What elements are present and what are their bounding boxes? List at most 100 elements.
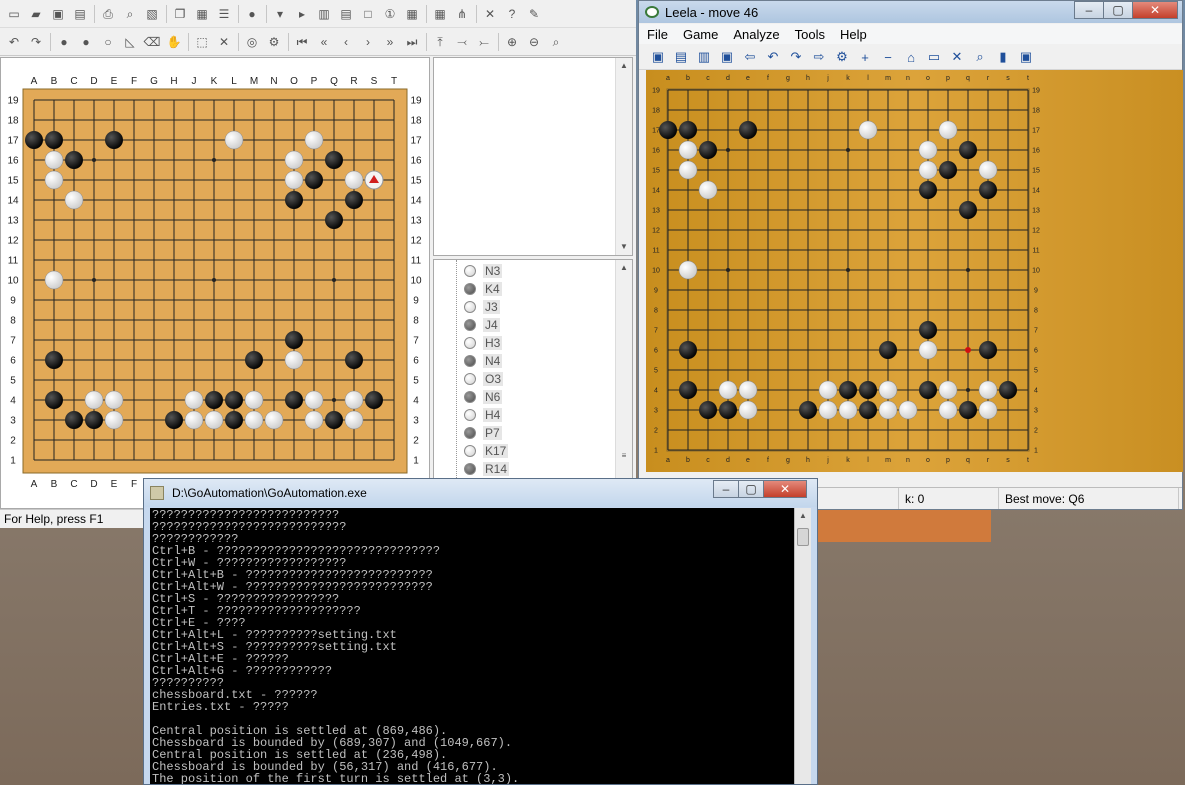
tree-node[interactable]: H4 [464, 406, 503, 424]
close-button[interactable]: ✕ [763, 480, 807, 498]
scroll-down-icon[interactable]: ▼ [616, 239, 632, 255]
back-arrow-icon[interactable]: ⇦ [741, 48, 759, 66]
black-dot-icon[interactable]: ● [78, 34, 94, 50]
board-view-icon[interactable]: ▥ [316, 6, 332, 22]
back-fast-icon[interactable]: « [316, 34, 332, 50]
tree-node[interactable]: K4 [464, 280, 502, 298]
cross-icon[interactable]: ✕ [948, 48, 966, 66]
triangle-tool-icon[interactable]: ◺ [122, 34, 138, 50]
black-first-icon[interactable]: ● [244, 6, 260, 22]
delete-icon[interactable]: ✕ [216, 34, 232, 50]
print-preview-icon[interactable]: ⌕ [122, 6, 138, 22]
close-button[interactable]: ✕ [1132, 1, 1178, 19]
forward-arrow-icon[interactable]: ⇨ [810, 48, 828, 66]
layout2-icon[interactable]: ▦ [432, 6, 448, 22]
tree-node[interactable]: P7 [464, 424, 502, 442]
minimize-button[interactable]: – [1074, 1, 1104, 19]
image-icon[interactable]: ▧ [144, 6, 160, 22]
tree-node[interactable]: H3 [464, 334, 503, 352]
find-icon[interactable]: ⌕ [548, 34, 564, 50]
blank-view-icon[interactable]: □ [360, 6, 376, 22]
hand-icon[interactable]: ✋ [166, 34, 182, 50]
menu-analyze[interactable]: Analyze [733, 27, 779, 42]
console-scrollbar[interactable]: ▲ [794, 508, 811, 784]
forward-fast-icon[interactable]: » [382, 34, 398, 50]
print-icon[interactable]: ⎙ [100, 6, 116, 22]
menu-help[interactable]: Help [840, 27, 867, 42]
leela-go-board[interactable]: aabbccddeeffgghhjjkkllmmnnooppqqrrsstt19… [646, 70, 1183, 472]
plus-icon[interactable]: + [856, 48, 874, 66]
black-stone-tool-icon[interactable]: ● [56, 34, 72, 50]
new-game-icon[interactable]: ▣ [649, 48, 667, 66]
hash-icon[interactable]: ▭ [925, 48, 943, 66]
undo-icon[interactable]: ↶ [6, 34, 22, 50]
minimize-button[interactable]: – [713, 480, 739, 498]
play-icon[interactable]: ▸ [294, 6, 310, 22]
maximize-button[interactable]: ▢ [1103, 1, 1133, 19]
console-output[interactable]: ????????????????????????????????????????… [150, 508, 811, 784]
tree-node[interactable]: K17 [464, 442, 509, 460]
tree-node[interactable]: J3 [464, 298, 500, 316]
go-board[interactable]: AABBCCDDEEFFGGHHJJKKLLMMNNOOPPQQRRSSTT19… [1, 58, 429, 508]
first-move-icon[interactable]: ⏮ [294, 34, 310, 50]
tree-node[interactable]: N4 [464, 352, 503, 370]
scroll-up-icon[interactable]: ▲ [616, 260, 632, 276]
grip-icon[interactable]: ≡ [616, 448, 632, 464]
zoom-out-icon[interactable]: ⊖ [526, 34, 542, 50]
select-icon[interactable]: ⬚ [194, 34, 210, 50]
number-icon[interactable]: ① [382, 6, 398, 22]
redo-icon[interactable]: ↷ [28, 34, 44, 50]
last-move-icon[interactable]: ⏭ [404, 34, 420, 50]
comment-scrollbar[interactable]: ▲ ▼ [615, 58, 632, 255]
tree-icon[interactable]: ⋔ [454, 6, 470, 22]
maximize-button[interactable]: ▢ [738, 480, 764, 498]
comment-pane[interactable]: ▲ ▼ [433, 57, 633, 256]
tree-node[interactable]: R14 [464, 460, 510, 478]
column-view-icon[interactable]: ▤ [338, 6, 354, 22]
save-icon[interactable]: ▣ [50, 6, 66, 22]
menu-tools[interactable]: Tools [795, 27, 825, 42]
properties-icon[interactable]: ☰ [216, 6, 232, 22]
menu-game[interactable]: Game [683, 27, 718, 42]
branch-up-icon[interactable]: ⤒ [432, 34, 448, 50]
layout1-icon[interactable]: ▦ [404, 6, 420, 22]
dropdown-icon[interactable]: ▾ [272, 6, 288, 22]
redo-icon[interactable]: ↷ [787, 48, 805, 66]
search-icon[interactable]: ⌕ [971, 48, 989, 66]
minus-icon[interactable]: − [879, 48, 897, 66]
scroll-up-icon[interactable]: ▲ [795, 508, 811, 524]
forward-icon[interactable]: › [360, 34, 376, 50]
pen-icon[interactable]: ✎ [526, 6, 542, 22]
new-icon[interactable]: ▭ [6, 6, 22, 22]
paste-icon[interactable]: ▦ [194, 6, 210, 22]
tree-node[interactable]: O3 [464, 370, 504, 388]
menu-file[interactable]: File [647, 27, 668, 42]
gear-tool-icon[interactable]: ⚙ [266, 34, 282, 50]
copy-icon[interactable]: ❐ [172, 6, 188, 22]
erase-icon[interactable]: ⌫ [144, 34, 161, 50]
help-icon[interactable]: ? [504, 6, 520, 22]
circle-tool-icon[interactable]: ◎ [244, 34, 260, 50]
engine-icon[interactable]: ▣ [1017, 48, 1035, 66]
zoom-in-icon[interactable]: ⊕ [504, 34, 520, 50]
open-icon[interactable]: ▰ [28, 6, 44, 22]
tree-node[interactable]: J4 [464, 316, 500, 334]
open-game-icon[interactable]: ▤ [672, 48, 690, 66]
tree-node[interactable]: N6 [464, 388, 503, 406]
home-icon[interactable]: ⌂ [902, 48, 920, 66]
white-dot-icon[interactable]: ○ [100, 34, 116, 50]
branch-right-icon[interactable]: ⤚ [476, 34, 492, 50]
save-icon[interactable]: ▣ [718, 48, 736, 66]
tree-scrollbar[interactable]: ▲ ≡ [615, 260, 632, 478]
scroll-up-icon[interactable]: ▲ [616, 58, 632, 74]
settings-icon[interactable]: ⚙ [833, 48, 851, 66]
branch-left-icon[interactable]: ⤙ [454, 34, 470, 50]
scroll-thumb[interactable] [797, 528, 809, 546]
undo-icon[interactable]: ↶ [764, 48, 782, 66]
load-icon[interactable]: ▥ [695, 48, 713, 66]
back-icon[interactable]: ‹ [338, 34, 354, 50]
save-as-icon[interactable]: ▤ [72, 6, 88, 22]
tree-node[interactable]: N3 [464, 262, 503, 280]
bookmark-icon[interactable]: ▮ [994, 48, 1012, 66]
tools-icon[interactable]: ✕ [482, 6, 498, 22]
